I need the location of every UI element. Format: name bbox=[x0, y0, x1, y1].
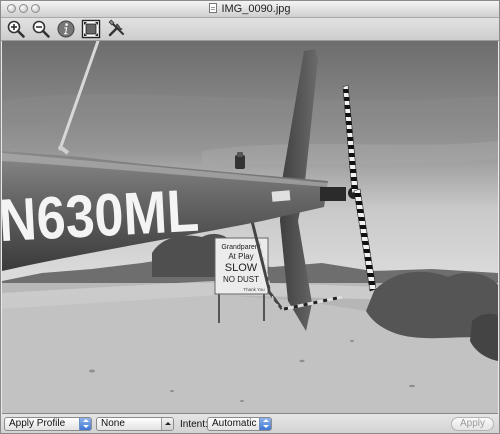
popup-arrows-icon bbox=[79, 418, 91, 430]
sign-line-2: At Play bbox=[228, 252, 253, 261]
window-title: IMG_0090.jpg bbox=[221, 3, 291, 15]
tail-number: N630ML bbox=[2, 177, 200, 254]
document-proxy-icon[interactable] bbox=[209, 3, 218, 13]
zoom-in-button[interactable] bbox=[6, 19, 26, 39]
adjust-tools-button[interactable] bbox=[107, 19, 127, 39]
preview-window: IMG_0090.jpg Grandparent At Play SLOW NO… bbox=[0, 0, 500, 434]
adjust-tools-icon bbox=[108, 19, 124, 37]
title-bar[interactable]: IMG_0090.jpg bbox=[1, 1, 499, 18]
apply-profile-label: Apply Profile bbox=[9, 418, 66, 429]
info-button[interactable] bbox=[56, 19, 76, 39]
zoom-out-icon bbox=[32, 20, 50, 38]
bottom-bar: Apply Profile None Intent: Automatic App… bbox=[1, 414, 499, 433]
toolbar bbox=[1, 18, 499, 41]
sign-line-1: Grandparent bbox=[221, 244, 260, 251]
fit-to-window-icon bbox=[81, 19, 101, 39]
zoom-in-icon bbox=[7, 20, 25, 38]
zoom-out-button[interactable] bbox=[31, 19, 51, 39]
popup-arrows-icon bbox=[259, 418, 271, 430]
helicopter-photo: Grandparent At Play SLOW NO DUST Thank Y… bbox=[2, 41, 498, 413]
fit-to-window-button[interactable] bbox=[81, 19, 101, 39]
info-icon bbox=[57, 20, 75, 38]
sign-line-5: Thank You bbox=[243, 287, 265, 292]
intent-value: Automatic bbox=[212, 418, 257, 429]
sign-line-3: SLOW bbox=[225, 262, 258, 274]
window-title-group: IMG_0090.jpg bbox=[1, 2, 499, 16]
image-canvas[interactable]: Grandparent At Play SLOW NO DUST Thank Y… bbox=[2, 41, 498, 414]
profile-select[interactable]: None bbox=[96, 417, 174, 431]
apply-profile-popup[interactable]: Apply Profile bbox=[4, 417, 92, 431]
apply-button[interactable]: Apply bbox=[451, 417, 494, 431]
intent-popup[interactable]: Automatic bbox=[207, 417, 272, 431]
intent-label: Intent: bbox=[180, 419, 208, 430]
sign-line-4: NO DUST bbox=[223, 275, 259, 284]
profile-select-value: None bbox=[101, 418, 125, 429]
dropdown-arrow-icon bbox=[161, 418, 173, 430]
